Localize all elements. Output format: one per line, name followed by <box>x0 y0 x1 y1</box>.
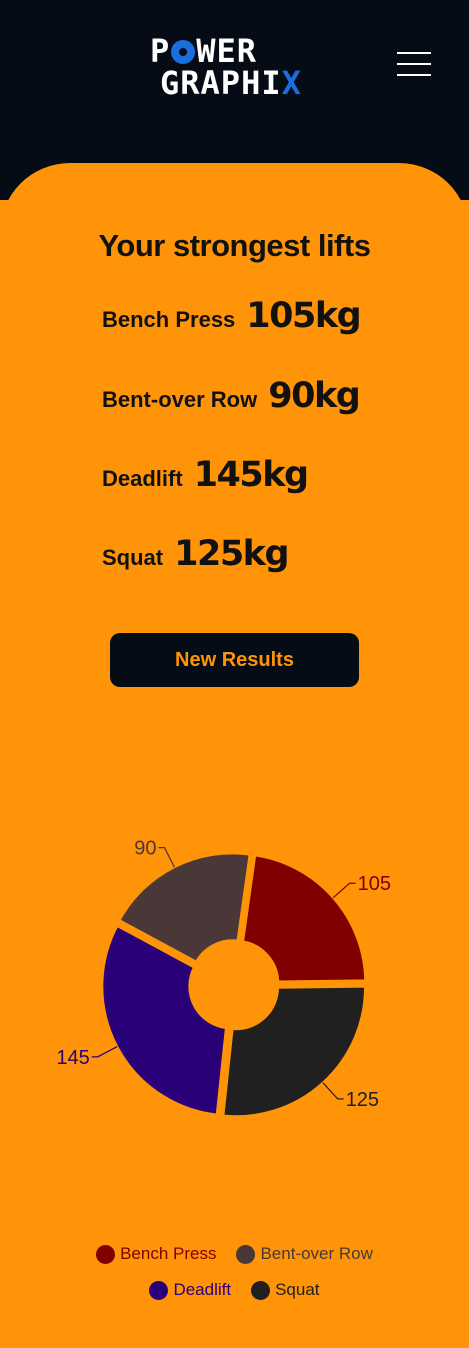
legend-label: Bench Press <box>120 1244 217 1263</box>
lifts-donut-chart: 105 125 145 90 <box>56 838 391 1120</box>
power-graphix-logo[interactable]: P WER GRAPHIX <box>150 35 320 105</box>
lift-value: 145kg <box>193 455 309 495</box>
results-card <box>0 163 469 1348</box>
lift-name: Bench Press <box>102 307 236 332</box>
donut-value-label: 90 <box>134 838 156 860</box>
page-title: Your strongest lifts <box>98 228 371 263</box>
donut-leader-line <box>91 1046 118 1058</box>
hamburger-icon[interactable] <box>397 52 431 80</box>
legend-swatch <box>236 1244 256 1264</box>
lift-value: 125kg <box>174 534 289 574</box>
donut-leader-line <box>332 882 356 899</box>
lift-bench-press: Bench Press 105kg <box>102 296 362 336</box>
lift-value: 105kg <box>246 296 361 336</box>
legend-label: Squat <box>275 1280 320 1299</box>
lift-name: Squat <box>102 545 164 570</box>
legend-swatch <box>251 1280 271 1300</box>
donut-value-label: 105 <box>358 873 391 895</box>
donut-leader-line <box>322 1082 344 1100</box>
lift-squat: Squat 125kg <box>102 534 290 574</box>
donut-slice-bench-press[interactable] <box>239 852 369 985</box>
weight-plate-icon <box>171 40 196 64</box>
logo-line-1: P WER <box>150 32 258 70</box>
lift-name: Bent-over Row <box>102 387 258 412</box>
legend-item-deadlift[interactable]: Deadlift <box>149 1280 231 1300</box>
chart-legend-row-2: Deadlift Squat <box>0 1280 469 1300</box>
chart-legend-row-1: Bench Press Bent-over Row <box>0 1244 469 1264</box>
legend-swatch <box>149 1280 169 1300</box>
legend-swatch <box>96 1244 116 1264</box>
legend-label: Bent-over Row <box>260 1244 373 1263</box>
donut-slice-deadlift[interactable] <box>99 922 230 1118</box>
donut-value-label: 145 <box>56 1047 89 1069</box>
donut-value-label: 125 <box>346 1089 379 1111</box>
lift-bent-over-row: Bent-over Row 90kg <box>102 376 361 416</box>
legend-item-bent-over-row[interactable]: Bent-over Row <box>236 1244 373 1264</box>
lift-name: Deadlift <box>102 466 183 491</box>
logo-line-2: GRAPHIX <box>160 64 302 102</box>
new-results-button[interactable]: New Results <box>110 633 359 687</box>
lift-value: 90kg <box>268 376 361 416</box>
legend-item-bench-press[interactable]: Bench Press <box>96 1244 216 1264</box>
lift-deadlift: Deadlift 145kg <box>102 455 309 495</box>
donut-leader-line <box>158 846 175 868</box>
donut-slice-squat[interactable] <box>220 983 369 1120</box>
legend-label: Deadlift <box>173 1280 232 1299</box>
legend-item-squat[interactable]: Squat <box>251 1280 320 1300</box>
